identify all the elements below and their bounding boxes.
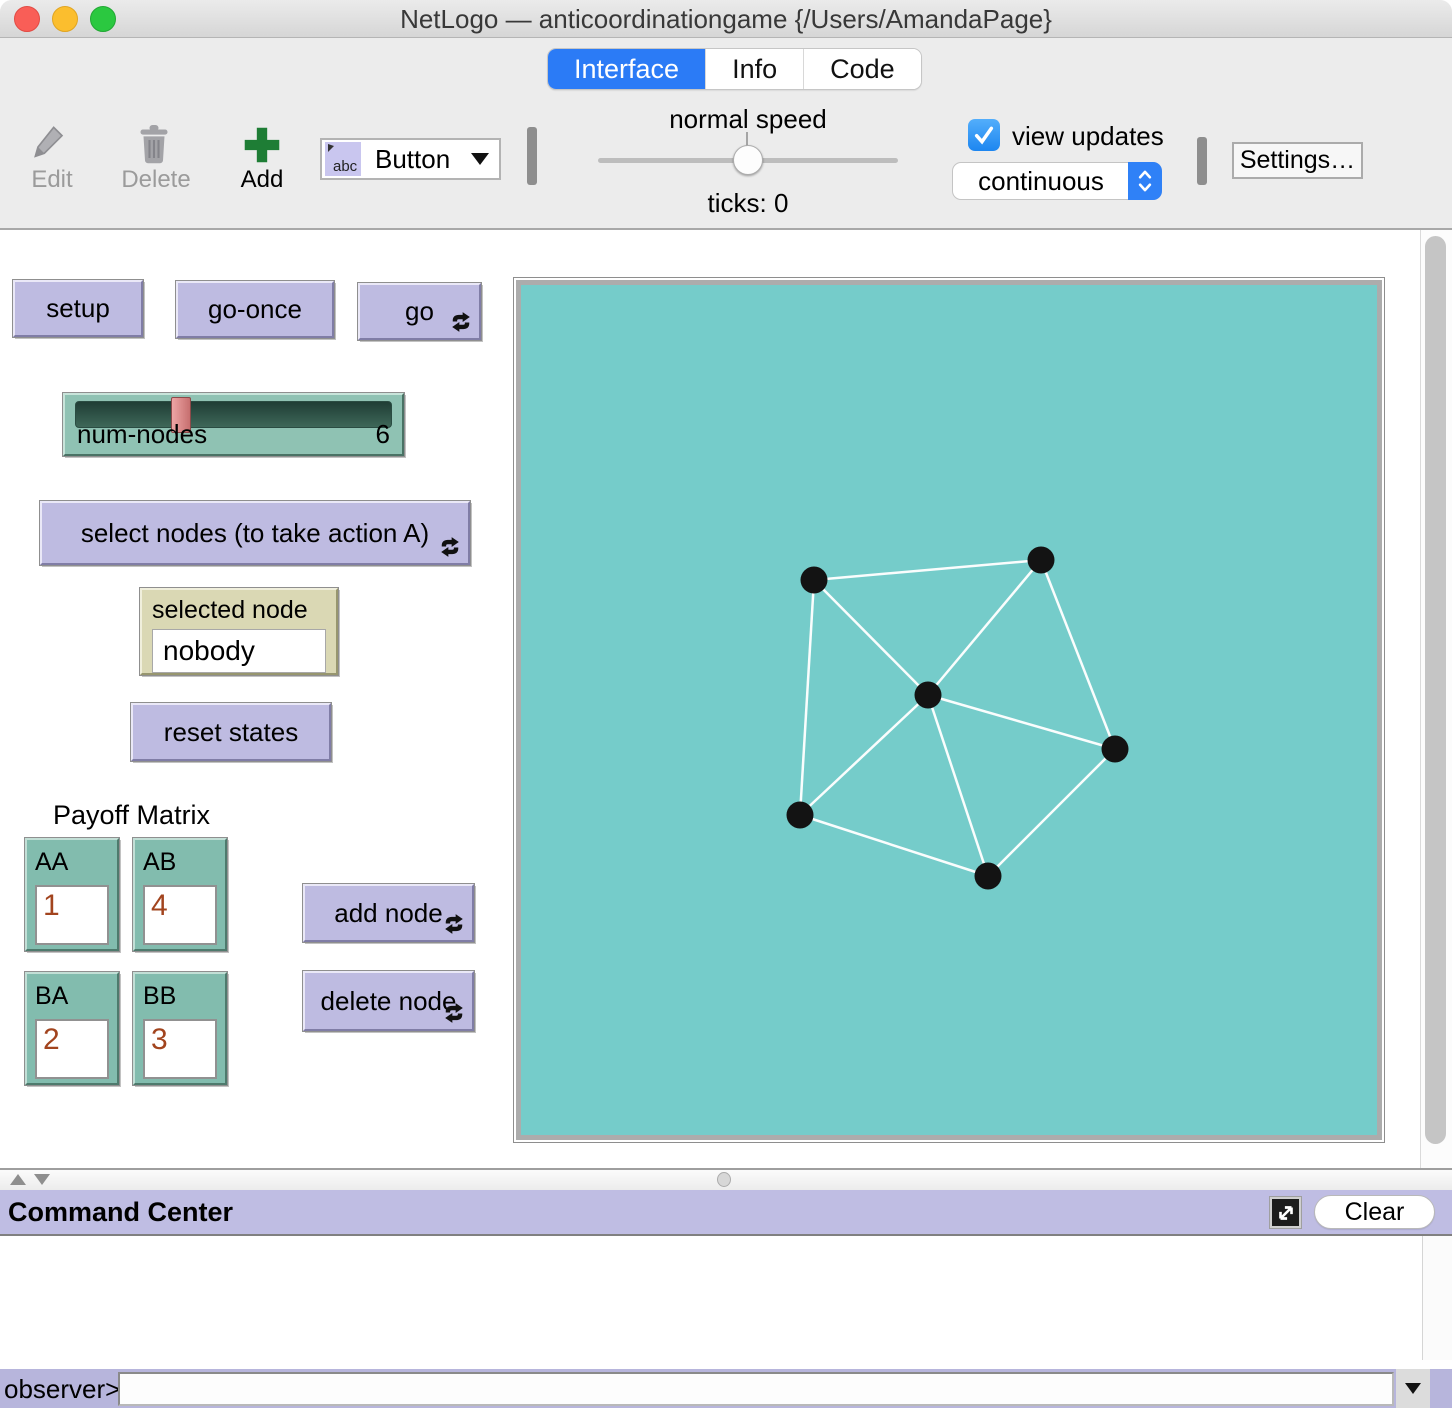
button-widget-icon: abc: [325, 142, 361, 176]
payoff-input-AA-field[interactable]: 1: [35, 885, 109, 945]
tab-info[interactable]: Info: [706, 49, 805, 89]
update-mode-dropdown[interactable]: continuous: [952, 162, 1162, 200]
network-node[interactable]: [786, 801, 814, 829]
network-edge: [799, 813, 989, 878]
splitter-handle[interactable]: [717, 1172, 731, 1187]
network-edge: [987, 748, 1116, 877]
netlogo-window: NetLogo — anticoordinationgame {/Users/A…: [0, 0, 1452, 1408]
network-svg: [786, 546, 1129, 890]
network-edge: [799, 694, 929, 816]
network-edge: [798, 579, 816, 816]
ticks-counter: ticks: 0: [707, 188, 789, 218]
edit-button-label: Edit: [31, 166, 73, 193]
export-command-center-button[interactable]: [1269, 1196, 1302, 1229]
network-node[interactable]: [1101, 735, 1129, 763]
command-center-output[interactable]: [0, 1234, 1452, 1369]
tab-interface[interactable]: Interface: [548, 49, 707, 89]
world-view[interactable]: [516, 280, 1382, 1140]
plus-icon: [244, 127, 280, 163]
settings-button[interactable]: Settings…: [1232, 142, 1363, 179]
chevron-up-down-icon: [1138, 170, 1152, 192]
payoff-input-BB: BB 3: [132, 971, 228, 1086]
payoff-input-BA-field[interactable]: 2: [35, 1019, 109, 1079]
cursor-glyph: [328, 144, 334, 152]
monitor-label: selected node: [152, 596, 308, 624]
vertical-scrollbar-thumb[interactable]: [1425, 236, 1446, 1144]
selected-node-monitor: selected node nobody: [139, 587, 339, 676]
window-title: NetLogo — anticoordinationgame {/Users/A…: [400, 4, 1052, 34]
edit-button[interactable]: [30, 122, 74, 166]
payoff-input-BB-field[interactable]: 3: [143, 1019, 217, 1079]
update-mode-value: continuous: [978, 165, 1104, 196]
speed-slider-thumb[interactable]: [733, 145, 763, 175]
delete-button[interactable]: [136, 122, 176, 166]
view-updates-checkbox[interactable]: [968, 119, 1000, 151]
add-button-label: Add: [240, 166, 284, 193]
command-history-dropdown[interactable]: [1396, 1369, 1430, 1408]
forever-icon: [445, 914, 463, 934]
network-node[interactable]: [800, 566, 828, 594]
command-input[interactable]: [118, 1372, 1394, 1406]
payoff-input-AB: AB 4: [132, 837, 228, 952]
monitor-value: nobody: [152, 629, 326, 673]
forever-icon: [445, 1003, 463, 1023]
forever-icon: [441, 537, 459, 557]
toolbar-separator: [527, 127, 537, 185]
num-nodes-label: num-nodes: [77, 419, 208, 449]
payoff-matrix-title: Payoff Matrix: [53, 800, 211, 830]
view-updates-label: view updates: [1012, 121, 1164, 151]
network-edge: [1039, 559, 1117, 750]
tab-code[interactable]: Code: [804, 49, 921, 89]
chevron-down-icon: [1405, 1383, 1421, 1394]
delete-button-label: Delete: [121, 166, 191, 193]
network-edge: [927, 693, 1116, 751]
pencil-icon: [34, 126, 64, 158]
clear-button[interactable]: Clear: [1314, 1195, 1435, 1229]
num-nodes-value: 6: [375, 419, 390, 449]
widget-type-dropdown[interactable]: abc Button: [320, 138, 501, 180]
splitter-collapse-down-icon[interactable]: [34, 1174, 50, 1185]
world-view-frame: [513, 277, 1385, 1143]
widget-type-value: Button: [375, 143, 451, 174]
add-node-button[interactable]: add node: [302, 883, 475, 943]
add-button[interactable]: [243, 126, 281, 164]
payoff-input-AA: AA 1: [24, 837, 120, 952]
tab-bar: Interface Info Code: [547, 48, 922, 90]
title-bar: NetLogo — anticoordinationgame {/Users/A…: [0, 0, 1452, 38]
output-scrollbar-track[interactable]: [1422, 1236, 1452, 1360]
network-node[interactable]: [914, 681, 942, 709]
reset-states-button[interactable]: reset states: [130, 702, 332, 762]
dropdown-stepper: [1128, 162, 1162, 200]
delete-node-button[interactable]: delete node: [302, 970, 475, 1032]
payoff-input-AB-field[interactable]: 4: [143, 885, 217, 945]
forever-icon: [452, 312, 470, 332]
network-edge: [927, 559, 1042, 696]
go-button[interactable]: go: [357, 282, 482, 341]
toolbar-separator-2: [1197, 137, 1207, 185]
network-node[interactable]: [974, 862, 1002, 890]
network-node[interactable]: [1027, 546, 1055, 574]
trash-icon: [140, 125, 168, 164]
network-edge: [813, 579, 929, 696]
observer-prompt: observer>: [4, 1374, 121, 1404]
network-edge: [813, 558, 1042, 582]
setup-button[interactable]: setup: [12, 279, 144, 338]
chevron-down-icon: [471, 153, 489, 165]
network-edge: [926, 694, 990, 877]
select-nodes-button[interactable]: select nodes (to take action A): [39, 500, 471, 566]
command-center-title: Command Center: [8, 1197, 234, 1227]
splitter-collapse-up-icon[interactable]: [10, 1174, 26, 1185]
go-once-button[interactable]: go-once: [175, 280, 335, 339]
num-nodes-slider[interactable]: num-nodes 6: [62, 392, 405, 457]
checkmark-icon: [974, 126, 994, 145]
payoff-input-BA: BA 2: [24, 971, 120, 1086]
expand-arrows-icon: [1278, 1205, 1293, 1220]
speed-slider-label: normal speed: [669, 104, 827, 134]
